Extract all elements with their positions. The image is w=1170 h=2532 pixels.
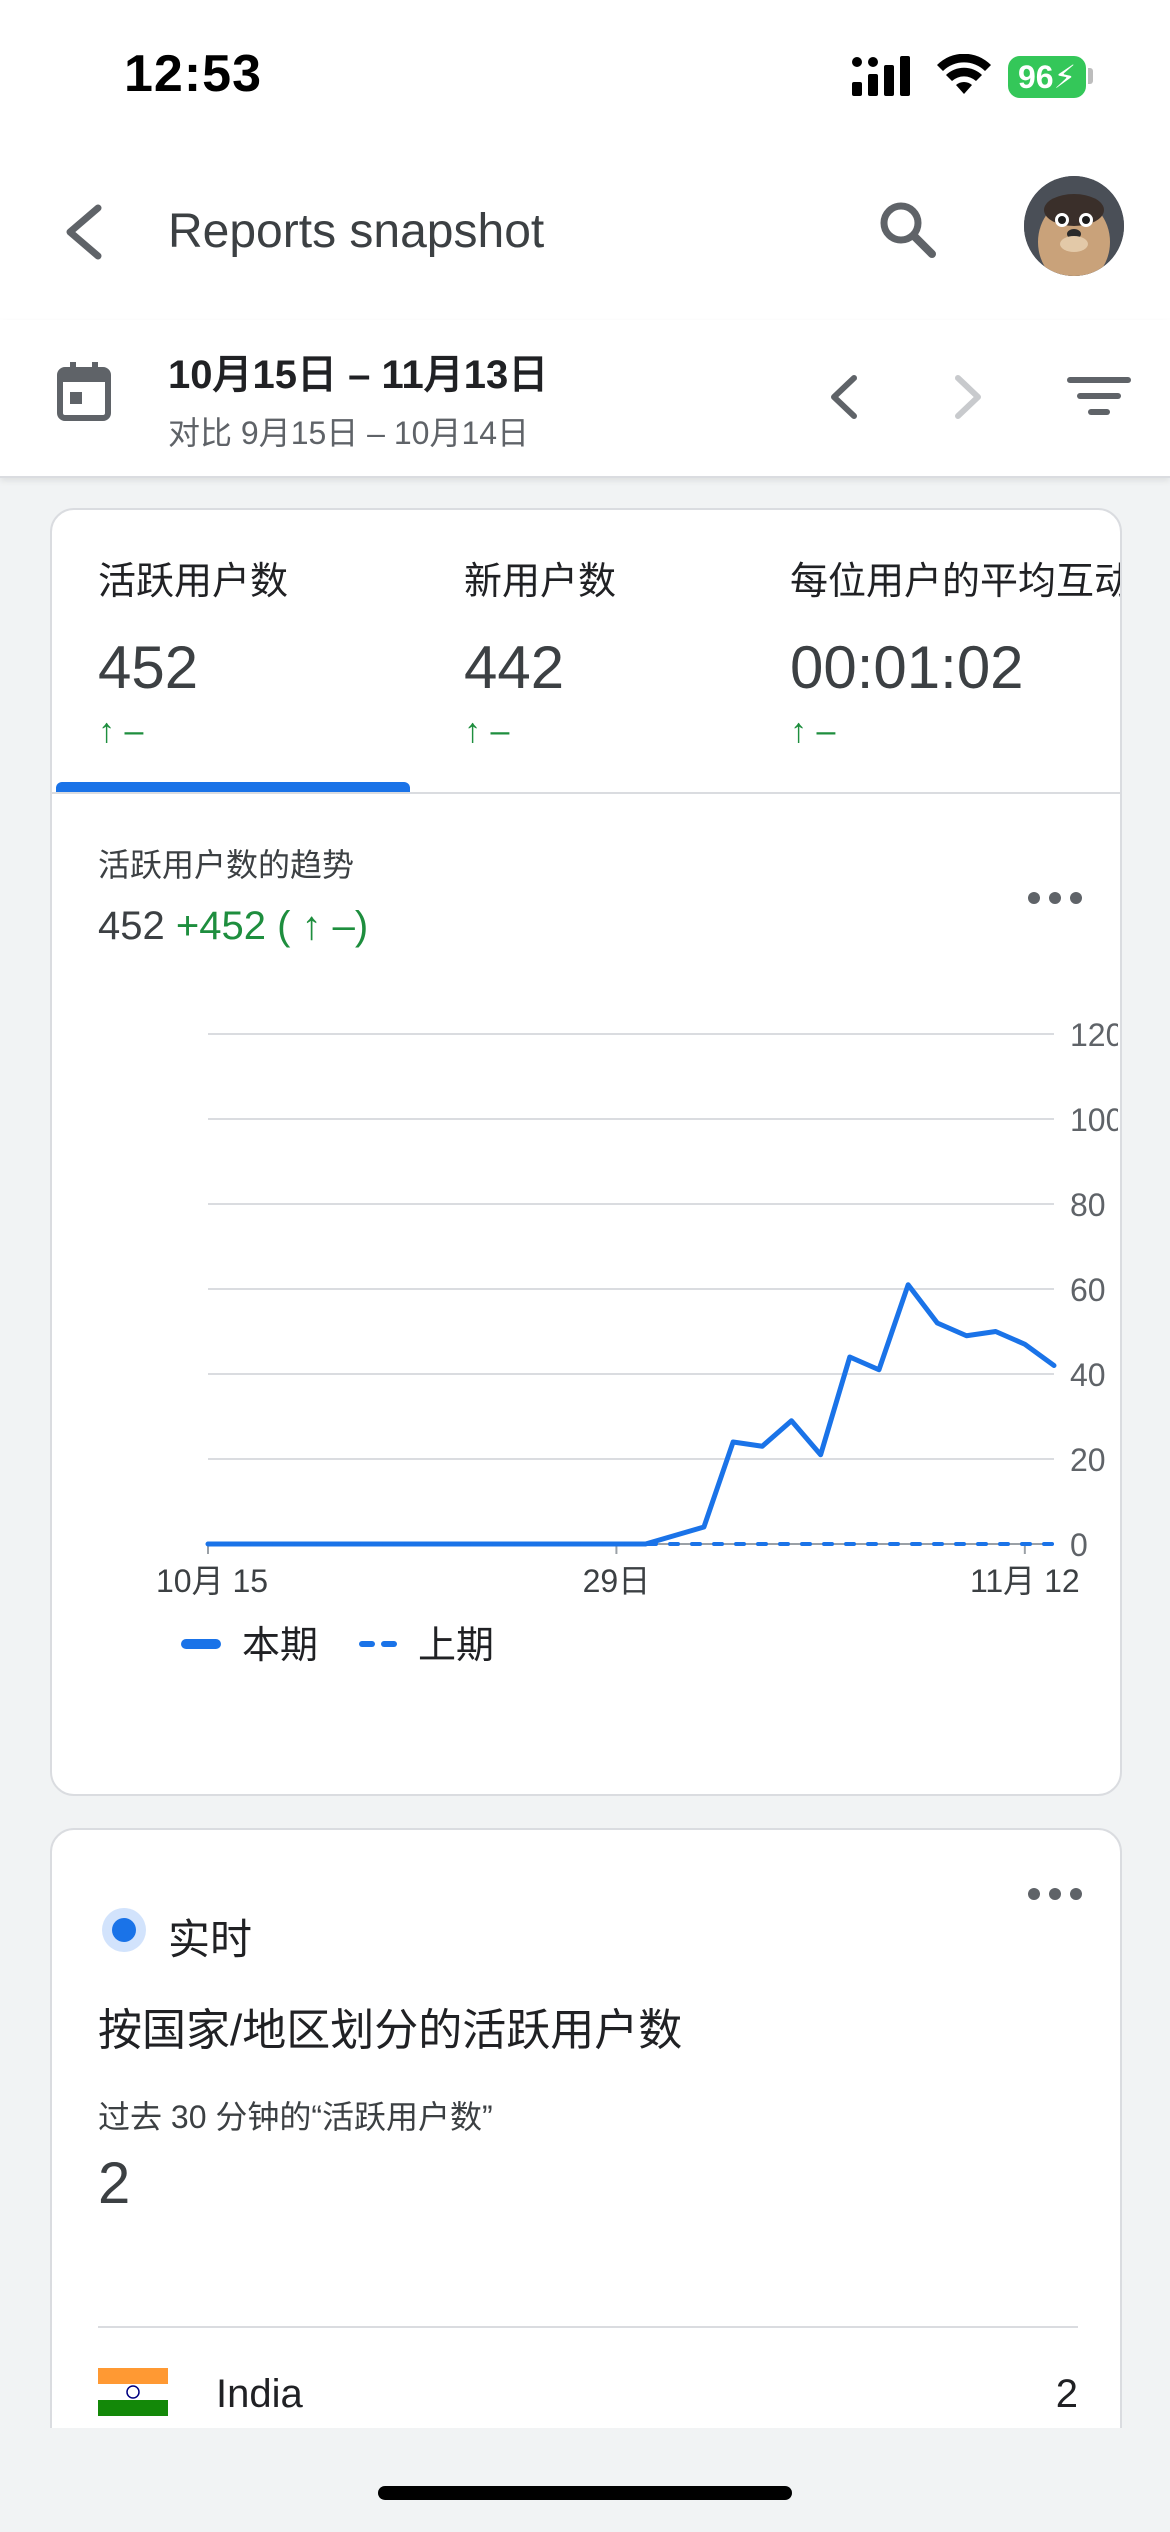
status-time: 12:53 bbox=[124, 45, 262, 103]
back-arrow-icon[interactable] bbox=[56, 192, 116, 272]
status-bar: 12:53 96 ⚡ bbox=[0, 0, 1170, 150]
active-tab-indicator bbox=[56, 782, 410, 792]
series-line-current bbox=[205, 1282, 1057, 1547]
compare-range-label: 对比 9月15日 – 10月14日 bbox=[168, 415, 530, 451]
metric-delta: ↑ – bbox=[464, 712, 510, 750]
home-indicator bbox=[378, 2486, 792, 2500]
battery-nub bbox=[1088, 68, 1093, 84]
metrics-card: 活跃用户数 452 ↑ – 新用户数 442 ↑ – 每位用户的平均互动 00:… bbox=[50, 508, 1122, 1796]
battery-indicator: 96 ⚡ bbox=[1008, 56, 1086, 98]
y-tick-label: 100 bbox=[1070, 1102, 1118, 1138]
chevron-left-icon[interactable] bbox=[816, 364, 876, 430]
date-range-bar[interactable]: 10月15日 – 11月13日 对比 9月15日 – 10月14日 bbox=[0, 320, 1170, 478]
x-tick-label: 11月 12 bbox=[970, 1563, 1080, 1599]
metric-value: 452 bbox=[98, 634, 199, 701]
realtime-value: 2 bbox=[98, 2151, 131, 2216]
realtime-card: 实时 按国家/地区划分的活跃用户数 过去 30 分钟的“活跃用户数” 2 Ind… bbox=[50, 1828, 1122, 2532]
trend-delta: +452 ( ↑ –) bbox=[175, 904, 369, 948]
country-name: India bbox=[216, 2372, 303, 2416]
tab-new-users[interactable]: 新用户数 442 ↑ – bbox=[464, 550, 616, 751]
metric-label: 新用户数 bbox=[464, 561, 617, 603]
realtime-subtitle: 过去 30 分钟的“活跃用户数” bbox=[98, 2099, 493, 2135]
realtime-title: 按国家/地区划分的活跃用户数 bbox=[98, 2006, 683, 2055]
metric-delta: ↑ – bbox=[98, 712, 144, 750]
otter-avatar-icon bbox=[1024, 176, 1124, 276]
legend-label: 本期 bbox=[242, 1625, 318, 1667]
page-title: Reports snapshot bbox=[168, 205, 545, 258]
chevron-right-icon[interactable] bbox=[936, 364, 996, 430]
battery-level: 96 bbox=[1017, 58, 1054, 95]
more-options-icon[interactable] bbox=[1020, 1874, 1090, 1914]
filter-icon[interactable] bbox=[1064, 366, 1134, 426]
metric-value: 442 bbox=[464, 634, 565, 701]
tab-active-users[interactable]: 活跃用户数 452 ↑ – bbox=[98, 550, 288, 751]
app-bar: Reports snapshot bbox=[0, 150, 1170, 320]
avatar[interactable] bbox=[1024, 176, 1124, 276]
active-users-trend-chart: 0 20 40 60 80 100 120 10月 15 29日 11月 12 本期 上期 bbox=[156, 1017, 1118, 1667]
realtime-live-icon bbox=[102, 1908, 146, 1952]
metric-label: 活跃用户数 bbox=[98, 561, 289, 603]
trend-value: 452 bbox=[98, 904, 165, 948]
india-flag-icon bbox=[98, 2368, 168, 2416]
y-tick-label: 120 bbox=[1070, 1017, 1118, 1053]
x-tick-label: 29日 bbox=[583, 1563, 651, 1599]
legend-label: 上期 bbox=[418, 1625, 494, 1667]
bottom-background bbox=[0, 2428, 1170, 2532]
tab-avg-engagement[interactable]: 每位用户的平均互动 00:01:02 ↑ – bbox=[790, 550, 1122, 751]
metric-tabs: 活跃用户数 452 ↑ – 新用户数 442 ↑ – 每位用户的平均互动 00:… bbox=[52, 510, 1122, 794]
calendar-icon[interactable] bbox=[56, 360, 112, 422]
y-tick-label: 80 bbox=[1070, 1187, 1106, 1223]
cellular-signal-icon bbox=[852, 56, 910, 96]
charging-bolt-icon: ⚡ bbox=[1053, 59, 1077, 95]
x-tick-label: 10月 15 bbox=[156, 1563, 268, 1599]
y-tick-label: 0 bbox=[1070, 1527, 1088, 1563]
metric-value: 00:01:02 bbox=[790, 634, 1024, 701]
divider bbox=[98, 2326, 1078, 2328]
trend-summary: 452 +452 ( ↑ –) bbox=[98, 904, 368, 949]
wifi-icon bbox=[937, 54, 991, 94]
metric-label: 每位用户的平均互动 bbox=[790, 561, 1122, 603]
country-count: 2 bbox=[1055, 2372, 1078, 2416]
list-item[interactable]: India 2 bbox=[98, 2366, 1078, 2426]
realtime-label: 实时 bbox=[168, 1916, 253, 1963]
search-icon[interactable] bbox=[868, 190, 948, 270]
date-range-label[interactable]: 10月15日 – 11月13日 bbox=[168, 342, 548, 400]
more-options-icon[interactable] bbox=[1020, 878, 1090, 918]
trend-title: 活跃用户数的趋势 bbox=[98, 847, 355, 883]
y-tick-label: 60 bbox=[1070, 1272, 1106, 1308]
metric-delta: ↑ – bbox=[790, 712, 836, 750]
y-tick-label: 20 bbox=[1070, 1442, 1106, 1478]
y-tick-label: 40 bbox=[1070, 1357, 1106, 1393]
